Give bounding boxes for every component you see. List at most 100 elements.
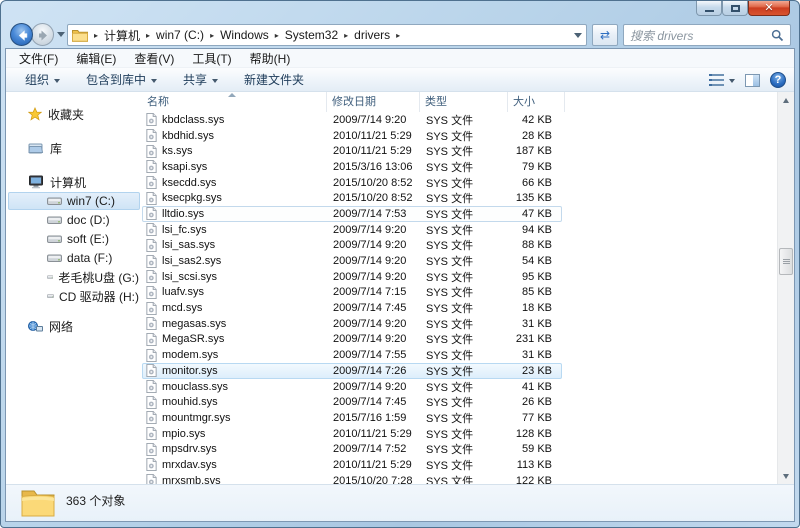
file-row[interactable]: mouclass.sys 2009/7/14 9:20 SYS 文件 41 KB [142, 379, 562, 395]
breadcrumb-segment[interactable]: win7 (C:) [140, 28, 204, 42]
file-row[interactable]: monitor.sys 2009/7/14 7:26 SYS 文件 23 KB [142, 363, 562, 379]
menu-bar: 文件(F) 编辑(E) 查看(V) 工具(T) 帮助(H) [6, 49, 794, 68]
sidebar-item-computer[interactable]: 计算机 [6, 173, 142, 191]
recent-pages-dropdown[interactable] [57, 32, 65, 37]
chevron-down-icon [729, 79, 735, 83]
navigation-pane: 收藏夹 库 计算机 win7 (C:) doc (D:) soft (E:) d… [6, 92, 142, 484]
file-date-cell: 2010/11/21 5:29 [333, 145, 412, 158]
sys-file-icon [146, 317, 157, 331]
file-row[interactable]: ksecpkg.sys 2015/10/20 8:52 SYS 文件 135 K… [142, 190, 562, 206]
breadcrumb-segment[interactable]: 计算机 [88, 27, 140, 44]
file-date-cell: 2009/7/14 7:45 [333, 302, 407, 315]
drive-icon [47, 275, 54, 279]
file-row[interactable]: megasas.sys 2009/7/14 9:20 SYS 文件 31 KB [142, 316, 562, 332]
file-size-cell: 77 KB [522, 411, 552, 424]
file-row[interactable]: ksecdd.sys 2015/10/20 8:52 SYS 文件 66 KB [142, 175, 562, 191]
scroll-up-button[interactable] [778, 92, 794, 108]
toolbar-button[interactable]: 新建文件夹 [235, 69, 313, 90]
address-bar[interactable]: 计算机 win7 (C:) Windows System32 drivers [67, 24, 587, 46]
file-row[interactable]: mouhid.sys 2009/7/14 7:45 SYS 文件 26 KB [142, 394, 562, 410]
sidebar-item-libraries[interactable]: 库 [6, 139, 142, 157]
minimize-icon [704, 10, 714, 12]
sidebar-item-network[interactable]: 网络 [6, 317, 142, 335]
preview-pane-button[interactable] [745, 73, 760, 87]
search-icon [771, 29, 784, 41]
sidebar-item-favorites[interactable]: 收藏夹 [6, 105, 142, 123]
sidebar-item-drive[interactable]: 老毛桃U盘 (G:) [8, 268, 140, 286]
star-icon [28, 107, 42, 121]
details-pane: 363 个对象 [6, 484, 794, 521]
menu-item[interactable]: 编辑(E) [67, 49, 125, 68]
file-row[interactable]: lltdio.sys 2009/7/14 7:53 SYS 文件 47 KB [142, 206, 562, 222]
search-box[interactable]: 搜索 drivers [623, 24, 791, 46]
scroll-down-button[interactable] [778, 468, 794, 484]
file-row[interactable]: mrxdav.sys 2010/11/21 5:29 SYS 文件 113 KB [142, 457, 562, 473]
chevron-down-icon [151, 78, 158, 83]
back-button[interactable] [10, 23, 33, 46]
menu-item[interactable]: 文件(F) [10, 49, 67, 68]
file-name-cell: ksapi.sys [143, 160, 327, 174]
file-row[interactable]: MegaSR.sys 2009/7/14 9:20 SYS 文件 231 KB [142, 332, 562, 348]
file-size-cell: 122 KB [515, 474, 552, 484]
file-name-cell: lsi_fc.sys [143, 223, 327, 237]
vertical-scrollbar[interactable] [777, 92, 794, 484]
file-row[interactable]: kbdclass.sys 2009/7/14 9:20 SYS 文件 42 KB [142, 112, 562, 128]
toolbar-button[interactable]: 共享 [174, 69, 227, 90]
close-icon: ✕ [764, 1, 774, 14]
file-row[interactable]: ksapi.sys 2015/3/16 13:06 SYS 文件 79 KB [142, 159, 562, 175]
column-header-type[interactable]: 类型 [420, 92, 508, 112]
breadcrumb-segment[interactable]: Windows [204, 28, 269, 42]
menu-item[interactable]: 查看(V) [125, 49, 183, 68]
column-header-date[interactable]: 修改日期 [327, 92, 420, 112]
file-type-cell: SYS 文件 [426, 256, 474, 269]
file-row[interactable]: lsi_sas.sys 2009/7/14 9:20 SYS 文件 88 KB [142, 238, 562, 254]
sidebar-item-drive[interactable]: CD 驱动器 (H:) [8, 287, 140, 305]
file-row[interactable]: mpsdrv.sys 2009/7/14 7:52 SYS 文件 59 KB [142, 441, 562, 457]
breadcrumb: 计算机 win7 (C:) Windows System32 drivers [88, 27, 570, 44]
file-row[interactable]: modem.sys 2009/7/14 7:55 SYS 文件 31 KB [142, 347, 562, 363]
file-type-cell: SYS 文件 [426, 271, 474, 284]
sidebar-item-drive[interactable]: doc (D:) [8, 211, 140, 229]
file-row[interactable]: lsi_sas2.sys 2009/7/14 9:20 SYS 文件 54 KB [142, 253, 562, 269]
file-row[interactable]: mountmgr.sys 2015/7/16 1:59 SYS 文件 77 KB [142, 410, 562, 426]
maximize-button[interactable] [722, 1, 748, 16]
menu-item[interactable]: 工具(T) [183, 49, 240, 68]
sidebar-item-drive[interactable]: data (F:) [8, 249, 140, 267]
file-row[interactable]: lsi_scsi.sys 2009/7/14 9:20 SYS 文件 95 KB [142, 269, 562, 285]
address-dropdown-icon[interactable] [574, 32, 582, 38]
scrollbar-thumb[interactable] [779, 248, 793, 275]
help-button[interactable]: ? [770, 72, 786, 88]
file-date-cell: 2009/7/14 9:20 [333, 255, 407, 268]
file-row[interactable]: lsi_fc.sys 2009/7/14 9:20 SYS 文件 94 KB [142, 222, 562, 238]
file-row[interactable]: mrxsmb.sys 2015/10/20 7:28 SYS 文件 122 KB [142, 473, 562, 484]
forward-button[interactable] [31, 23, 54, 46]
file-date-cell: 2009/7/14 9:20 [333, 270, 407, 283]
sidebar-item-drive[interactable]: soft (E:) [8, 230, 140, 248]
sys-file-icon [146, 458, 157, 472]
change-view-button[interactable] [709, 74, 735, 86]
breadcrumb-segment[interactable]: System32 [269, 28, 338, 42]
triangle-up-icon [783, 97, 789, 103]
file-name-cell: lltdio.sys [143, 207, 327, 221]
refresh-icon: ⇄ [599, 28, 611, 42]
file-size-cell: 135 KB [515, 192, 552, 205]
refresh-button[interactable]: ⇄ [592, 24, 618, 46]
close-button[interactable]: ✕ [748, 1, 790, 16]
menu-item[interactable]: 帮助(H) [241, 49, 300, 68]
file-name-cell: mcd.sys [143, 301, 327, 315]
breadcrumb-segment[interactable]: drivers [338, 28, 390, 42]
file-row[interactable]: kbdhid.sys 2010/11/21 5:29 SYS 文件 28 KB [142, 128, 562, 144]
file-row[interactable]: luafv.sys 2009/7/14 7:15 SYS 文件 85 KB [142, 285, 562, 301]
folder-large-icon [21, 490, 55, 517]
file-date-cell: 2015/10/20 8:52 [333, 192, 413, 205]
sys-file-icon [146, 332, 157, 346]
file-row[interactable]: mpio.sys 2010/11/21 5:29 SYS 文件 128 KB [142, 426, 562, 442]
file-row[interactable]: ks.sys 2010/11/21 5:29 SYS 文件 187 KB [142, 143, 562, 159]
toolbar-button[interactable]: 组织 [16, 69, 69, 90]
navigation-bar: 计算机 win7 (C:) Windows System32 drivers ⇄… [5, 22, 795, 48]
sidebar-item-drive[interactable]: win7 (C:) [8, 192, 140, 210]
toolbar-button[interactable]: 包含到库中 [77, 69, 166, 90]
minimize-button[interactable] [696, 1, 722, 16]
column-header-size[interactable]: 大小 [508, 92, 565, 112]
file-row[interactable]: mcd.sys 2009/7/14 7:45 SYS 文件 18 KB [142, 300, 562, 316]
